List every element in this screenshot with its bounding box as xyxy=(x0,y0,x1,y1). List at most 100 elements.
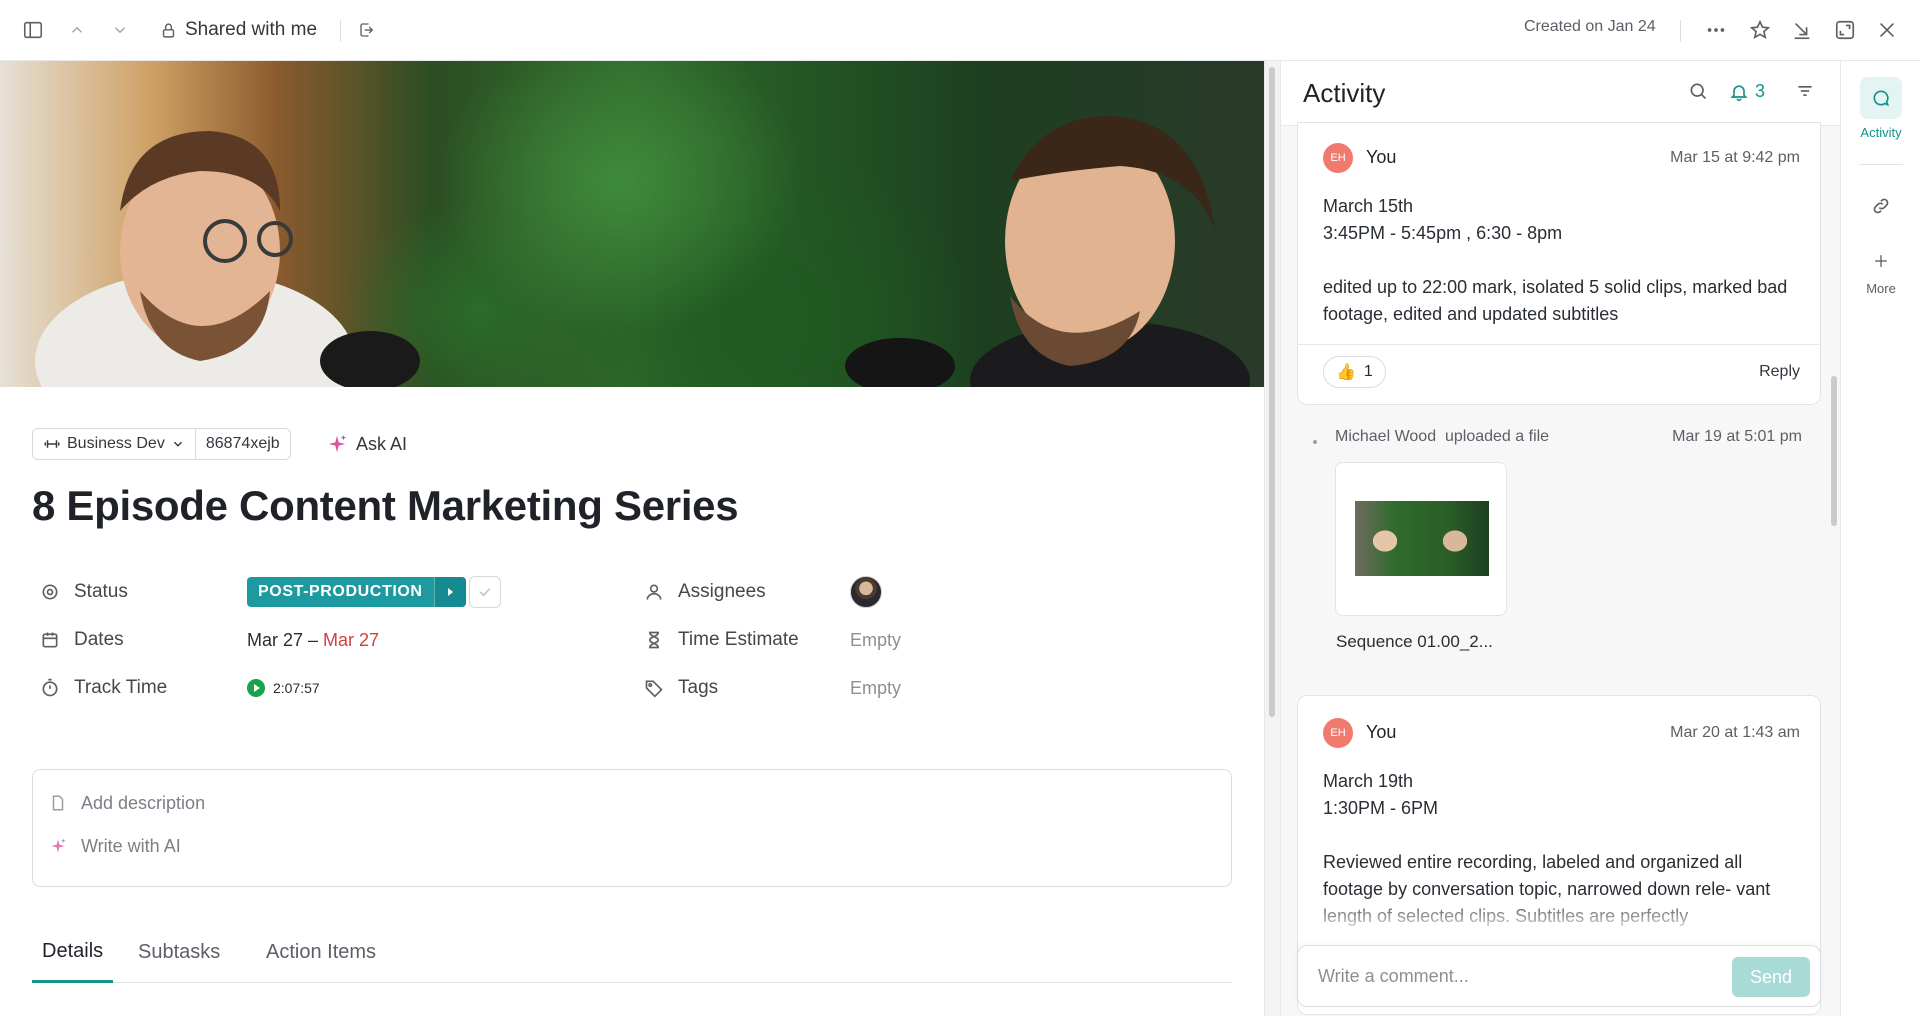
task-title[interactable]: 8 Episode Content Marketing Series xyxy=(32,482,739,530)
sidebar-toggle-icon[interactable] xyxy=(17,14,49,46)
comment-author: You xyxy=(1366,147,1397,167)
notifications-button[interactable]: 3 xyxy=(1729,81,1765,102)
comment-input[interactable] xyxy=(1318,960,1698,992)
track-time-field: Track Time xyxy=(40,672,167,704)
timer-icon xyxy=(42,678,58,697)
bell-icon xyxy=(1730,84,1748,101)
comment-time: Mar 15 at 9:42 pm xyxy=(1670,149,1800,166)
activity-panel: Activity 3 EH You Mar 15 at 9:42 pm Marc… xyxy=(1280,61,1840,1016)
rail-link[interactable] xyxy=(1841,185,1920,227)
space-selector[interactable]: Business Dev xyxy=(32,428,196,460)
status-icon xyxy=(42,584,58,600)
task-panel: Business Dev 86874xejb Ask AI 8 Episode … xyxy=(0,61,1264,1016)
status-value[interactable]: POST-PRODUCTION xyxy=(247,576,466,608)
scrollbar-thumb[interactable] xyxy=(1831,376,1837,526)
rail-activity[interactable]: Activity xyxy=(1841,77,1920,140)
search-icon[interactable] xyxy=(1688,81,1708,101)
start-date: Mar 27 xyxy=(247,629,304,650)
ask-ai-label: Ask AI xyxy=(356,433,408,454)
filter-icon[interactable] xyxy=(1795,81,1815,101)
divider xyxy=(1298,344,1820,345)
move-icon[interactable] xyxy=(351,14,383,46)
file-name[interactable]: Sequence 01.00_2... xyxy=(1336,632,1493,652)
lock-icon xyxy=(162,22,175,38)
created-date: Created on Jan 24 xyxy=(1524,18,1656,35)
tab-subtasks[interactable]: Subtasks xyxy=(128,922,230,983)
time-estimate-value[interactable]: Empty xyxy=(850,624,901,656)
chevron-up-icon[interactable] xyxy=(61,14,93,46)
comment-icon xyxy=(1860,77,1902,119)
top-bar: Shared with me Created on Jan 24 xyxy=(0,0,1920,61)
play-icon[interactable] xyxy=(247,679,265,697)
breadcrumb[interactable]: Shared with me xyxy=(160,14,317,46)
rail-more[interactable]: More xyxy=(1841,247,1920,296)
track-time-value[interactable]: 2:07:57 xyxy=(247,672,320,704)
video-thumbnail-icon xyxy=(1355,501,1489,576)
reply-button[interactable]: Reply xyxy=(1759,363,1800,381)
time-estimate-field: Time Estimate xyxy=(644,624,799,656)
task-id[interactable]: 86874xejb xyxy=(195,428,291,460)
tag-icon xyxy=(645,680,663,698)
send-button[interactable]: Send xyxy=(1732,957,1810,997)
dates-value[interactable]: Mar 27 – Mar 27 xyxy=(247,624,379,656)
due-date: Mar 27 xyxy=(323,629,380,650)
close-icon[interactable] xyxy=(1871,14,1903,46)
assignees-value[interactable] xyxy=(850,576,882,608)
space-label: Business Dev xyxy=(67,435,165,452)
task-scrollbar[interactable] xyxy=(1264,61,1280,1016)
description-box[interactable]: Add description Write with AI xyxy=(32,769,1232,887)
scrollbar-thumb[interactable] xyxy=(1269,67,1275,717)
tags-value[interactable]: Empty xyxy=(850,672,901,704)
reaction-count: 1 xyxy=(1363,363,1373,380)
add-description[interactable]: Add description xyxy=(49,789,205,817)
complete-checkbox[interactable] xyxy=(469,576,501,608)
uploader-name[interactable]: Michael Wood xyxy=(1335,428,1436,445)
chevron-down-icon xyxy=(173,441,182,447)
ask-ai-button[interactable]: Ask AI xyxy=(326,428,407,460)
link-icon xyxy=(1860,185,1902,227)
timeline-dot xyxy=(1313,440,1317,444)
minimize-icon[interactable] xyxy=(1786,14,1818,46)
check-icon xyxy=(479,588,491,597)
add-description-label: Add description xyxy=(81,792,206,813)
divider xyxy=(1680,20,1681,42)
chevron-down-icon[interactable] xyxy=(104,14,136,46)
avatar[interactable] xyxy=(850,576,882,608)
divider xyxy=(1859,164,1903,165)
comment-line: March 15th xyxy=(1323,196,1414,216)
more-icon[interactable] xyxy=(1700,14,1732,46)
reaction-button[interactable]: 👍 1 xyxy=(1323,356,1386,388)
tab-details[interactable]: Details xyxy=(32,922,114,983)
caret-right-icon[interactable] xyxy=(433,577,466,607)
comment-author: You xyxy=(1366,722,1397,742)
expand-icon[interactable] xyxy=(1829,14,1861,46)
rail-more-label: More xyxy=(1866,281,1896,296)
activity-header: Activity 3 xyxy=(1281,61,1840,126)
task-meta-chips: Business Dev 86874xejb xyxy=(32,428,291,460)
activity-scrollbar[interactable] xyxy=(1827,126,1840,1016)
status-pill[interactable]: POST-PRODUCTION xyxy=(247,577,466,607)
file-thumbnail[interactable] xyxy=(1335,462,1507,616)
activity-title: Activity xyxy=(1303,78,1386,108)
user-icon xyxy=(646,584,662,600)
avatar: EH xyxy=(1323,718,1353,748)
star-icon[interactable] xyxy=(1744,14,1776,46)
divider xyxy=(340,20,341,42)
dates-field: Dates xyxy=(40,624,124,656)
upload-action: uploaded a file xyxy=(1444,428,1550,445)
assignees-field: Assignees xyxy=(644,576,766,608)
tags-field: Tags xyxy=(644,672,718,704)
comment-line: 3:45PM - 5:45pm , 6:30 - 8pm xyxy=(1323,223,1563,243)
thumbs-up-icon: 👍 xyxy=(1336,364,1356,381)
tab-action-items[interactable]: Action Items xyxy=(256,922,386,983)
breadcrumb-label: Shared with me xyxy=(185,19,318,40)
status-text: POST-PRODUCTION xyxy=(247,577,434,607)
plus-icon xyxy=(1860,247,1902,275)
document-icon xyxy=(52,795,64,811)
write-with-ai[interactable]: Write with AI xyxy=(49,832,181,860)
notification-count: 3 xyxy=(1755,81,1766,101)
dates-label: Dates xyxy=(74,629,124,650)
task-tabs: Details Subtasks Action Items xyxy=(32,922,1232,983)
cover-image[interactable] xyxy=(0,61,1264,387)
status-field: Status xyxy=(40,576,128,608)
